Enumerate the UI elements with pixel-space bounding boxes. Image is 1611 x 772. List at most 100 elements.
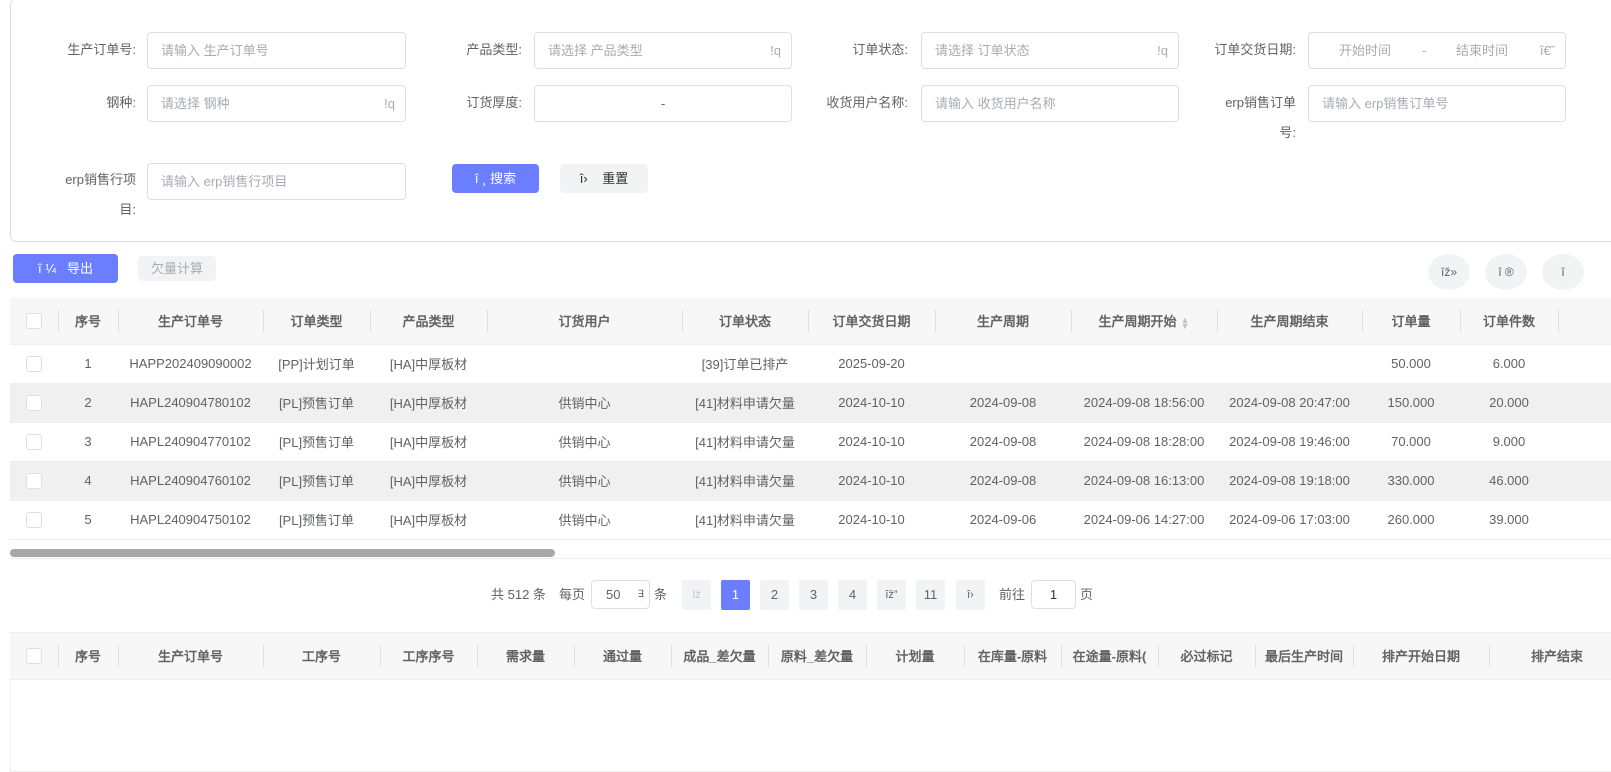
column-header[interactable]: 计划量 xyxy=(866,633,964,680)
export-button[interactable]: î ¼ 导出 xyxy=(13,254,118,283)
steel-label: 钢种: xyxy=(106,95,136,110)
table-cell xyxy=(1558,422,1611,462)
checkbox[interactable] xyxy=(26,472,42,489)
table-row[interactable]: 3 HAPL240904770102 [PL]预售订单 [HA]中厚板材 供销中心 [41… xyxy=(10,422,1611,462)
start-date[interactable]: 开始时间 xyxy=(1339,33,1391,68)
column-header[interactable]: 最后生产时间 xyxy=(1255,633,1353,680)
search-toggle-icon[interactable]: îž» xyxy=(1428,254,1470,290)
table-row[interactable]: 5 HAPL240904750102 [PL]预售订单 [HA]中厚板材 供销中心 [41… xyxy=(10,500,1611,540)
column-header[interactable]: 工序号 xyxy=(263,633,380,680)
table-cell: [PL]预售订单 xyxy=(263,500,370,540)
table-cell: 供销中心 xyxy=(487,422,682,462)
column-header[interactable]: 序号 xyxy=(58,298,118,345)
page-2[interactable]: 2 xyxy=(760,580,789,610)
delivery-date-range[interactable]: 开始时间 - 结束时间 î€˜ xyxy=(1308,32,1566,69)
reset-button[interactable]: î› 重置 xyxy=(560,164,648,193)
page-3[interactable]: 3 xyxy=(799,580,828,610)
checkbox[interactable] xyxy=(26,433,42,450)
order-status-placeholder: 请选择 订单状态 xyxy=(935,43,1030,58)
more-pages-icon[interactable]: îž” xyxy=(877,580,906,610)
column-header[interactable]: 生产订单号 xyxy=(118,633,263,680)
column-header[interactable]: 序号 xyxy=(58,633,118,680)
product-type-label: 产品类型: xyxy=(466,42,522,57)
column-header[interactable]: 排产开始日期 xyxy=(1353,633,1489,680)
table-cell: HAPL240904760102 xyxy=(118,461,263,501)
product-type-select[interactable]: 请选择 产品类型 !q xyxy=(534,32,792,69)
erp-order-input[interactable]: 请输入 erp销售订单号 xyxy=(1308,85,1566,122)
refresh-icon[interactable]: î ® xyxy=(1485,254,1527,290)
column-header[interactable]: 在途量-原料( xyxy=(1061,633,1158,680)
per-page-label: 每页 xyxy=(559,587,586,602)
table-cell xyxy=(935,344,1071,384)
table-cell: 2024-09-06 xyxy=(935,500,1071,540)
checkbox[interactable] xyxy=(26,511,42,528)
erp-line-input[interactable]: 请输入 erp销售行项目 xyxy=(147,163,406,200)
next-page-icon[interactable]: î› xyxy=(956,580,985,610)
table-row[interactable]: 4 HAPL240904760102 [PL]预售订单 [HA]中厚板材 供销中心 [41… xyxy=(10,461,1611,501)
table-cell: 330.000 xyxy=(1362,461,1460,501)
checkbox[interactable] xyxy=(26,394,42,411)
column-header[interactable]: 在库量-原料 xyxy=(964,633,1061,680)
column-header[interactable]: 工序序号 xyxy=(380,633,477,680)
checkbox[interactable] xyxy=(26,355,42,372)
column-header[interactable]: 生产订单号 xyxy=(118,298,263,345)
column-header-label: 订单量 xyxy=(1391,314,1431,330)
steel-select[interactable]: 请选择 钢种 !q xyxy=(147,85,406,122)
table-cell: [39]订单已排产 xyxy=(682,344,808,384)
thickness-range[interactable]: - xyxy=(534,85,792,122)
search-icon: î ¸ xyxy=(474,171,487,186)
column-header[interactable]: 产品类型 xyxy=(370,298,487,345)
table-cell: 2024-10-10 xyxy=(808,383,935,423)
per-page-select[interactable]: 50 ∃ xyxy=(591,580,650,609)
thickness-label: 订货厚度: xyxy=(466,95,522,110)
columns-icon[interactable]: î xyxy=(1542,254,1584,290)
checkbox[interactable] xyxy=(26,313,42,330)
receiver-input[interactable]: 请输入 收货用户名称 xyxy=(921,85,1179,122)
column-header[interactable]: 排产结束 xyxy=(1489,633,1611,680)
column-header[interactable]: 通过量 xyxy=(574,633,671,680)
page-1[interactable]: 1 xyxy=(721,580,750,610)
column-header[interactable]: 成品_差欠量 xyxy=(671,633,768,680)
column-header[interactable]: 订单量 xyxy=(1362,298,1460,345)
order-no-input[interactable]: 请输入 生产订单号 xyxy=(147,32,406,69)
horizontal-scrollbar-thumb[interactable] xyxy=(10,549,555,557)
shortage-calc-button[interactable]: 欠量计算 xyxy=(138,256,216,281)
end-date[interactable]: 结束时间 xyxy=(1456,33,1508,68)
column-header[interactable]: 必过标记 xyxy=(1158,633,1255,680)
goto-page-input[interactable]: 1 xyxy=(1031,580,1076,609)
column-header[interactable]: 订单类型 xyxy=(263,298,370,345)
erp-line-label-line1: erp销售行项 xyxy=(65,172,136,187)
table-cell: [HA]中厚板材 xyxy=(370,461,487,501)
column-header[interactable]: 生产周期结束 xyxy=(1217,298,1362,345)
table-row[interactable]: 1 HAPP202409090002 [PP]计划订单 [HA]中厚板材 [39]订单已… xyxy=(10,344,1611,384)
column-header[interactable]: 需求量 xyxy=(477,633,574,680)
column-header[interactable]: 订单件数 xyxy=(1460,298,1558,345)
search-button[interactable]: î ¸ 搜索 xyxy=(452,164,539,193)
column-header[interactable]: 订单交货日期 xyxy=(808,298,935,345)
table-cell: [PP]计划订单 xyxy=(263,344,370,384)
order-status-select[interactable]: 请选择 订单状态 !q xyxy=(921,32,1179,69)
page-11[interactable]: 11 xyxy=(916,580,945,610)
sort-icon[interactable]: ▲ ▼ xyxy=(1181,315,1190,330)
table-cell: [HA]中厚板材 xyxy=(370,422,487,462)
column-header-label: 生产周期开始 xyxy=(1098,314,1177,330)
table-cell xyxy=(1558,500,1611,540)
checkbox[interactable] xyxy=(26,648,42,665)
column-header-label: 订单交货日期 xyxy=(832,314,911,330)
prev-page-icon[interactable]: îž xyxy=(682,580,711,610)
column-header[interactable]: 生产周期 xyxy=(935,298,1071,345)
table-cell: 2024-09-08 19:46:00 xyxy=(1217,422,1362,462)
table-cell xyxy=(487,344,682,384)
table-row[interactable]: 2 HAPL240904780102 [PL]预售订单 [HA]中厚板材 供销中心 [41… xyxy=(10,383,1611,423)
page-4[interactable]: 4 xyxy=(838,580,867,610)
table-cell: 260.000 xyxy=(1362,500,1460,540)
column-header-label: 产品类型 xyxy=(402,314,455,330)
column-header[interactable]: 生产周期开始 ▲ ▼ xyxy=(1071,298,1217,345)
search-label: 搜索 xyxy=(490,171,517,186)
column-header-label: 订货用户 xyxy=(558,314,611,330)
column-header[interactable] xyxy=(1558,298,1611,345)
column-header[interactable]: 原料_差欠量 xyxy=(768,633,866,680)
column-header[interactable]: 订单状态 xyxy=(682,298,808,345)
column-header[interactable]: 订货用户 xyxy=(487,298,682,345)
select-cell xyxy=(10,383,58,423)
